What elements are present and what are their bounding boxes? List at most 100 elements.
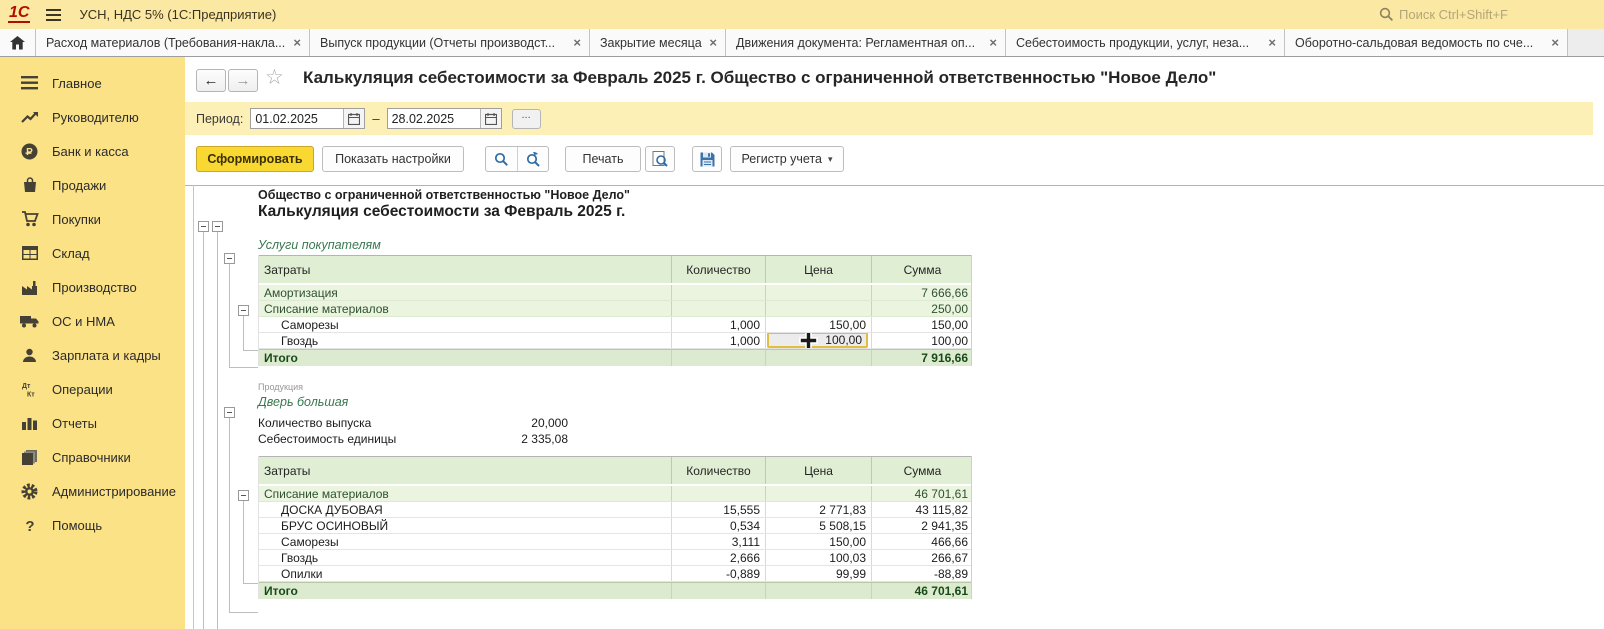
tab-cost-of-production[interactable]: Себестоимость продукции, услуг, неза... …: [1006, 29, 1285, 56]
cell-name[interactable]: Списание материалов: [259, 301, 671, 316]
collapse-icon[interactable]: [238, 490, 249, 501]
cell-price[interactable]: [765, 350, 871, 366]
cell-name[interactable]: Опилки: [259, 566, 671, 581]
cell-qty[interactable]: -0,889: [671, 566, 765, 581]
cell-sum[interactable]: 266,67: [871, 550, 973, 565]
table-row[interactable]: Гвоздь 2,666 100,03 266,67: [259, 550, 971, 566]
tab-material-expense[interactable]: Расход материалов (Требования-накла... ×: [36, 29, 310, 56]
collapse-icon[interactable]: [212, 221, 223, 232]
register-menu-button[interactable]: Регистр учета ▾: [730, 146, 844, 172]
cell-name[interactable]: ДОСКА ДУБОВАЯ: [259, 502, 671, 517]
cell-sum[interactable]: -88,89: [871, 566, 973, 581]
cell-name[interactable]: Амортизация: [259, 285, 671, 300]
sidebar-item-bank-i-kassa[interactable]: P Банк и касса: [0, 134, 185, 168]
cell-sum[interactable]: 150,00: [871, 317, 973, 332]
cell-price[interactable]: 100,03: [765, 550, 871, 565]
cell-sum[interactable]: 2 941,35: [871, 518, 973, 533]
collapse-icon[interactable]: [224, 253, 235, 264]
cell-qty[interactable]: 3,111: [671, 534, 765, 549]
sidebar-item-operacii[interactable]: ДтКт Операции: [0, 372, 185, 406]
sidebar-item-glavnoe[interactable]: Главное: [0, 66, 185, 100]
calendar-icon[interactable]: [343, 109, 364, 128]
sidebar-item-zarplata-i-kadry[interactable]: Зарплата и кадры: [0, 338, 185, 372]
sidebar-item-spravochniki[interactable]: Справочники: [0, 440, 185, 474]
cell-name[interactable]: Саморезы: [259, 317, 671, 332]
collapse-icon[interactable]: [224, 407, 235, 418]
cell-name[interactable]: Итого: [259, 350, 671, 366]
cell-name[interactable]: БРУС ОСИНОВЫЙ: [259, 518, 671, 533]
cell-name[interactable]: Списание материалов: [259, 486, 671, 501]
table-row[interactable]: БРУС ОСИНОВЫЙ 0,534 5 508,15 2 941,35: [259, 518, 971, 534]
sidebar-item-pokupki[interactable]: Покупки: [0, 202, 185, 236]
collapse-icon[interactable]: [238, 305, 249, 316]
cell-name[interactable]: Гвоздь: [259, 333, 671, 348]
sidebar-item-administrirovanie[interactable]: Администрирование: [0, 474, 185, 508]
table-row[interactable]: Гвоздь 1,000 100,00 100,00: [259, 333, 971, 349]
search-input[interactable]: [1399, 7, 1579, 22]
table-row[interactable]: Саморезы 3,111 150,00 466,66: [259, 534, 971, 550]
tab-turnover-balance[interactable]: Оборотно-сальдовая ведомость по сче... ×: [1285, 29, 1568, 56]
cell-qty[interactable]: [671, 486, 765, 501]
sidebar-item-sklad[interactable]: Склад: [0, 236, 185, 270]
cell-qty[interactable]: 1,000: [671, 317, 765, 332]
generate-button[interactable]: Сформировать: [196, 146, 314, 172]
calendar-icon[interactable]: [480, 109, 501, 128]
forward-button[interactable]: →: [228, 69, 258, 92]
total-row[interactable]: Итого 46 701,61: [259, 582, 971, 599]
cell-qty[interactable]: 15,555: [671, 502, 765, 517]
cell-price[interactable]: [765, 486, 871, 501]
cell-name[interactable]: Гвоздь: [259, 550, 671, 565]
table-row[interactable]: Списание материалов 250,00: [259, 301, 971, 317]
selected-cell[interactable]: 100,00: [765, 333, 871, 348]
save-button[interactable]: [692, 146, 722, 172]
home-tab[interactable]: [0, 29, 36, 56]
global-search[interactable]: [1379, 7, 1594, 22]
period-to-field[interactable]: [387, 108, 502, 129]
cell-sum[interactable]: 466,66: [871, 534, 973, 549]
cell-price[interactable]: 99,99: [765, 566, 871, 581]
cell-sum[interactable]: 100,00: [871, 333, 973, 348]
find-button[interactable]: [486, 147, 517, 171]
main-menu-icon[interactable]: [46, 9, 61, 21]
cell-name[interactable]: Итого: [259, 583, 671, 599]
close-icon[interactable]: ×: [709, 35, 717, 50]
sidebar-item-pomosch[interactable]: ? Помощь: [0, 508, 185, 542]
sidebar-item-proizvodstvo[interactable]: Производство: [0, 270, 185, 304]
find-next-button[interactable]: [517, 147, 548, 171]
cell-qty[interactable]: [671, 350, 765, 366]
cell-qty[interactable]: 1,000: [671, 333, 765, 348]
close-icon[interactable]: ×: [293, 35, 301, 50]
table-row[interactable]: ДОСКА ДУБОВАЯ 15,555 2 771,83 43 115,82: [259, 502, 971, 518]
cell-sum[interactable]: 7 666,66: [871, 285, 973, 300]
tab-month-closing[interactable]: Закрытие месяца ×: [590, 29, 726, 56]
cell-price[interactable]: [765, 301, 871, 316]
close-icon[interactable]: ×: [1551, 35, 1559, 50]
cell-sum[interactable]: 250,00: [871, 301, 973, 316]
favorite-star-icon[interactable]: ☆: [265, 65, 284, 90]
cell-sum[interactable]: 43 115,82: [871, 502, 973, 517]
cell-qty[interactable]: 2,666: [671, 550, 765, 565]
cell-qty[interactable]: [671, 301, 765, 316]
cell-name[interactable]: Саморезы: [259, 534, 671, 549]
table-row[interactable]: Амортизация 7 666,66: [259, 285, 971, 301]
close-icon[interactable]: ×: [989, 35, 997, 50]
period-from-input[interactable]: [251, 112, 343, 126]
table-row[interactable]: Списание материалов 46 701,61: [259, 486, 971, 502]
table-row[interactable]: Опилки -0,889 99,99 -88,89: [259, 566, 971, 582]
print-button[interactable]: Печать: [565, 146, 641, 172]
period-to-input[interactable]: [388, 112, 480, 126]
sidebar-item-prodazhi[interactable]: Продажи: [0, 168, 185, 202]
show-settings-button[interactable]: Показать настройки: [322, 146, 464, 172]
cell-price[interactable]: 2 771,83: [765, 502, 871, 517]
tab-document-movements[interactable]: Движения документа: Регламентная оп... ×: [726, 29, 1006, 56]
cell-qty[interactable]: [671, 583, 765, 599]
total-row[interactable]: Итого 7 916,66: [259, 349, 971, 366]
back-button[interactable]: ←: [196, 69, 226, 92]
cell-sum[interactable]: 46 701,61: [871, 486, 973, 501]
cell-qty[interactable]: 0,534: [671, 518, 765, 533]
collapse-icon[interactable]: [198, 221, 209, 232]
cell-price[interactable]: 150,00: [765, 317, 871, 332]
close-icon[interactable]: ×: [573, 35, 581, 50]
cell-price[interactable]: 5 508,15: [765, 518, 871, 533]
tab-product-output[interactable]: Выпуск продукции (Отчеты производст... ×: [310, 29, 590, 56]
